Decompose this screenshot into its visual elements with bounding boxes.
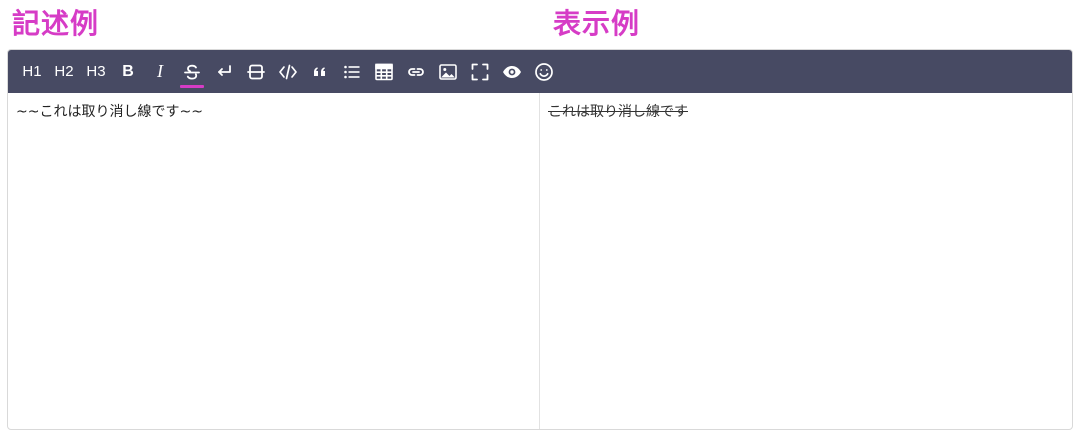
- markdown-source-text: ~~これは取り消し線です~~: [16, 104, 203, 120]
- code-icon: [279, 64, 297, 79]
- italic-button[interactable]: I: [144, 56, 176, 88]
- line-break-button[interactable]: [208, 56, 240, 88]
- preview-button[interactable]: [496, 56, 528, 88]
- link-icon: [408, 67, 424, 76]
- heading2-button[interactable]: H2: [48, 56, 80, 88]
- emoji-icon: [535, 62, 553, 81]
- heading1-button[interactable]: H1: [16, 56, 48, 88]
- list-button[interactable]: [336, 56, 368, 88]
- bold-button[interactable]: B: [112, 56, 144, 88]
- preview-pane: これは取り消し線です: [540, 93, 1072, 429]
- strikethrough-icon: [184, 64, 200, 80]
- emoji-button[interactable]: [528, 56, 560, 88]
- markdown-source-pane[interactable]: ~~これは取り消し線です~~: [8, 93, 540, 429]
- strikethrough-preview-text: これは取り消し線です: [548, 104, 688, 120]
- image-icon: [439, 63, 457, 80]
- image-button[interactable]: [432, 56, 464, 88]
- horizontal-rule-icon: [247, 64, 265, 79]
- preview-eye-icon: [503, 65, 521, 78]
- strikethrough-button[interactable]: [176, 56, 208, 88]
- table-icon: [375, 63, 393, 80]
- list-icon: [344, 65, 360, 78]
- horizontal-rule-button[interactable]: [240, 56, 272, 88]
- fullscreen-button[interactable]: [464, 56, 496, 88]
- fullscreen-icon: [471, 63, 489, 80]
- quote-icon: [314, 66, 325, 76]
- markdown-editor: H1 H2 H3 B I ~~これは取り消し線です~~ これは取り消し線です: [7, 49, 1073, 430]
- editor-toolbar: H1 H2 H3 B I: [8, 50, 1072, 93]
- source-heading: 記述例: [12, 7, 100, 40]
- preview-heading: 表示例: [553, 7, 641, 40]
- link-button[interactable]: [400, 56, 432, 88]
- line-break-icon: [218, 64, 231, 76]
- editor-panes: ~~これは取り消し線です~~ これは取り消し線です: [8, 93, 1072, 429]
- table-button[interactable]: [368, 56, 400, 88]
- quote-button[interactable]: [304, 56, 336, 88]
- heading3-button[interactable]: H3: [80, 56, 112, 88]
- active-indicator: [180, 84, 204, 88]
- code-button[interactable]: [272, 56, 304, 88]
